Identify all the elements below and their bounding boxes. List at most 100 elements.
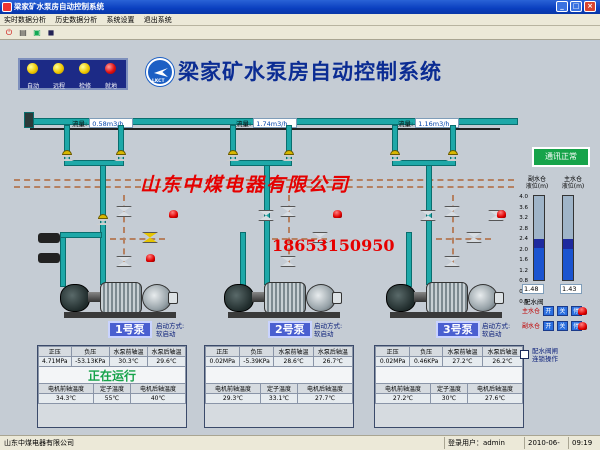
pump3-label[interactable]: 3号泵	[436, 321, 480, 338]
header-cell: 电机前轴温度	[375, 383, 431, 394]
main-tank-level-label: 主水仓 液位(m)	[561, 176, 585, 190]
menu-exit-system[interactable]: 退出系统	[144, 16, 172, 24]
header-cell: 负压	[70, 346, 110, 357]
aux-tank-close-button[interactable]: 关	[556, 321, 568, 331]
header-cell: 负压	[409, 346, 443, 357]
pump3-run-status	[375, 367, 523, 383]
minimize-button[interactable]: _	[556, 1, 568, 12]
pump1-alarm-icon-2	[146, 254, 155, 262]
header-cell: 电机后轴温度	[467, 383, 523, 394]
company-logo: LKCT	[146, 58, 174, 86]
header-cell: 水泵后轴温	[481, 346, 524, 357]
main-outlet-valve[interactable]	[24, 112, 34, 128]
value-cell: 29.3℃	[205, 393, 261, 404]
pump3-valve-b[interactable]	[446, 150, 460, 162]
pump2-start-mode-value: 软启动	[314, 330, 334, 338]
pump2-drain-valve[interactable]	[280, 256, 294, 265]
main-tank-gauge	[562, 195, 574, 281]
pump1-prime-line	[110, 238, 165, 240]
value-cell: 0.02MPa	[205, 356, 240, 367]
value-cell: 27.7℃	[297, 393, 353, 404]
menu-bar: 实时数据分析 历史数据分析 系统设置 退出系统	[0, 14, 600, 26]
main-tank-valve-lamp	[578, 307, 587, 315]
pump1-drain-valve[interactable]	[116, 256, 130, 265]
flow-label-2: 流量:	[236, 120, 252, 128]
statusbar-user: 登录用户：admin	[444, 437, 524, 449]
header-cell: 水泵后轴温	[312, 346, 354, 357]
logo-mark-icon	[154, 68, 168, 77]
pump2-alarm-icon	[333, 210, 342, 218]
window-titlebar: 梁家矿水泵房自动控制系统 _ □ ×	[0, 0, 600, 14]
save-icon[interactable]: ◼	[46, 28, 56, 38]
pump1-valve-a[interactable]	[60, 150, 74, 162]
lamp-auto	[27, 63, 38, 74]
aux-tank-level-label: 副水仓 液位(m)	[525, 176, 549, 190]
aux-tank-open-button[interactable]: 开	[542, 321, 554, 331]
menu-realtime-analysis[interactable]: 实时数据分析	[4, 16, 46, 24]
power-icon[interactable]: ⏻	[4, 28, 14, 38]
pump3-gate-valve[interactable]	[420, 210, 434, 219]
pump2-valve-a[interactable]	[226, 150, 240, 162]
value-cell: 28.6℃	[273, 356, 314, 367]
pump1-vent-valve[interactable]	[116, 206, 130, 215]
header-cell: 正压	[374, 346, 411, 357]
pump2-run-status	[205, 367, 353, 383]
lamp-local-label: 就地	[104, 83, 117, 90]
print-icon[interactable]: ▤	[18, 28, 28, 38]
pump1-run-status: 正在运行	[38, 367, 186, 383]
value-cell: 27.6℃	[467, 393, 523, 404]
lamp-local	[105, 63, 116, 74]
tank-scale-tick: 2.0	[519, 246, 528, 253]
maximize-button[interactable]: □	[570, 1, 582, 12]
value-cell: 30.3℃	[108, 356, 148, 367]
close-button[interactable]: ×	[584, 1, 596, 12]
pump2-label[interactable]: 2号泵	[268, 321, 312, 338]
pump3-drain-valve[interactable]	[444, 256, 458, 265]
main-tank-open-button[interactable]: 开	[542, 306, 554, 316]
pump1-prime-valve[interactable]	[142, 232, 156, 241]
value-cell: 33.1℃	[259, 393, 299, 404]
pump1-gate-valve[interactable]	[96, 214, 110, 226]
value-cell: 27.2℃	[441, 356, 483, 367]
pump1-data-panel: 正压 负压 水泵前轴温 水泵后轴温 4.71MPa -53.13KPa 30.3℃ 29.6…	[37, 345, 187, 428]
header-cell: 正压	[38, 346, 72, 357]
header-cell: 正压	[205, 346, 240, 357]
menu-system-settings[interactable]: 系统设置	[106, 16, 134, 24]
header-cell: 水泵前轴温	[108, 346, 148, 357]
header-cell: 电机前轴温度	[38, 383, 94, 394]
lamp-auto-label: 自动	[26, 83, 39, 90]
pump2-vent-valve[interactable]	[280, 206, 294, 215]
pump1-vacuum-unit-b	[38, 253, 60, 263]
tank-scale-tick: 1.2	[519, 267, 528, 274]
value-cell: -53.13KPa	[70, 356, 110, 367]
header-cell: 电机前轴温度	[205, 383, 261, 394]
main-tank-close-button[interactable]: 关	[556, 306, 568, 316]
pump3-alarm-icon	[497, 210, 506, 218]
pump1-valve-b[interactable]	[114, 150, 128, 162]
export-icon[interactable]: ▣	[32, 28, 42, 38]
value-cell: 26.2℃	[481, 356, 524, 367]
pump2-start-mode-label: 启动方式:	[314, 322, 343, 330]
pump3-start-mode-label: 启动方式:	[482, 322, 511, 330]
header-cell: 定子温度	[259, 383, 299, 394]
menu-history-analysis[interactable]: 历史数据分析	[55, 16, 97, 24]
aux-tank-valve-label: 副水仓	[522, 323, 541, 330]
value-cell: 0.02MPa	[374, 356, 411, 367]
pump3-prime-valve[interactable]	[466, 232, 480, 241]
interlock-checkbox[interactable]	[520, 350, 529, 359]
flow-readout-1: 流量: 0.58m3/h	[72, 118, 134, 128]
pump3-valve-a[interactable]	[388, 150, 402, 162]
lamp-remote	[53, 63, 64, 74]
lamp-maintenance	[79, 63, 90, 74]
pump1-label[interactable]: 1号泵	[108, 321, 152, 338]
flow-label-1: 流量:	[72, 120, 88, 128]
pump2-gate-valve[interactable]	[258, 210, 272, 219]
pump3-start-mode: 启动方式: 软启动	[482, 322, 510, 338]
pump2-valve-b[interactable]	[282, 150, 296, 162]
value-cell: 0.46KPa	[409, 356, 443, 367]
header-cell: 负压	[238, 346, 275, 357]
header-cell: 水泵前轴温	[273, 346, 314, 357]
pump3-vent-valve[interactable]	[444, 206, 458, 215]
tank-scale-tick: 1.6	[519, 257, 528, 263]
logo-text: LKCT	[152, 79, 165, 84]
